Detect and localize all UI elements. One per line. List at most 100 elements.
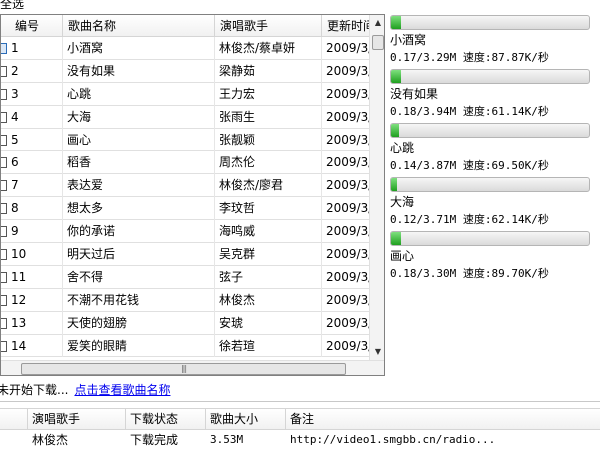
download-item: 没有如果 0.18/3.94M 速度:61.14K/秒 <box>390 69 590 119</box>
singer-name: 李玟哲 <box>215 197 322 221</box>
singer-name: 王力宏 <box>215 82 322 106</box>
song-name: 舍不得 <box>63 265 215 289</box>
row-number: 8 <box>1 197 63 221</box>
download-progress-bar <box>390 177 590 192</box>
row-number: 1 <box>1 37 63 60</box>
download-progress-bar <box>390 123 590 138</box>
row-number: 4 <box>1 105 63 129</box>
vertical-scrollbar[interactable]: ▲ ▼ <box>369 15 384 360</box>
singer-name: 海鸣威 <box>215 220 322 244</box>
song-list-table: 编号 歌曲名称 演唱歌手 更新时间 1 小酒窝 林俊杰/蔡卓妍 2009/3/1 2 没有… <box>0 14 385 376</box>
select-all-checkbox-label[interactable]: 全选 <box>0 0 24 11</box>
song-name: 天使的翅膀 <box>63 311 215 335</box>
download-item: 心跳 0.14/3.87M 速度:69.50K/秒 <box>390 123 590 173</box>
song-name: 不潮不用花钱 <box>63 288 215 312</box>
row-number: 5 <box>1 128 63 152</box>
scroll-up-arrow-icon[interactable]: ▲ <box>370 15 384 31</box>
song-table-row[interactable]: 12 不潮不用花钱 林俊杰 2009/3/1 <box>1 288 380 312</box>
scroll-down-arrow-icon[interactable]: ▼ <box>370 344 384 360</box>
row-number: 11 <box>1 265 63 289</box>
song-table-row[interactable]: 2 没有如果 梁静茹 2009/3/1 <box>1 59 380 83</box>
singer-name: 弦子 <box>215 265 322 289</box>
singer-name: 林俊杰 <box>215 288 322 312</box>
status-text: 未开始下载... <box>0 383 69 397</box>
song-table-row[interactable]: 3 心跳 王力宏 2009/3/1 <box>1 82 380 106</box>
horizontal-scrollbar[interactable]: ||| <box>1 360 384 375</box>
row-number: 14 <box>1 334 63 358</box>
download-table-row[interactable]: 林俊杰 下载完成 3.53M http://video1.smgbb.cn/ra… <box>0 430 600 450</box>
dl-row-singer: 林俊杰 <box>32 433 69 447</box>
singer-name: 张靓颖 <box>215 128 322 152</box>
song-name: 明天过后 <box>63 243 215 266</box>
column-header-singer[interactable]: 演唱歌手 <box>215 15 322 37</box>
column-header-number[interactable]: 编号 <box>1 15 63 37</box>
view-song-names-link[interactable]: 点击查看歌曲名称 <box>74 383 170 397</box>
download-stats: 0.12/3.71M 速度:62.14K/秒 <box>390 213 549 226</box>
song-name: 你的承诺 <box>63 220 215 244</box>
song-table-row[interactable]: 11 舍不得 弦子 2009/3/1 <box>1 265 380 289</box>
download-item: 小酒窝 0.17/3.29M 速度:87.87K/秒 <box>390 15 590 65</box>
row-number: 2 <box>1 59 63 83</box>
singer-name: 吴克群 <box>215 243 322 266</box>
download-table-header: 演唱歌手 下载状态 歌曲大小 备注 <box>0 408 600 430</box>
dl-column-header-status[interactable]: 下载状态 <box>126 409 206 430</box>
dl-row-size: 3.53M <box>210 433 244 446</box>
song-name: 爱笑的眼睛 <box>63 334 215 358</box>
row-number: 12 <box>1 288 63 312</box>
singer-name: 梁静茹 <box>215 59 322 83</box>
row-number: 7 <box>1 174 63 198</box>
download-song-name: 心跳 <box>390 141 415 155</box>
dl-column-header-number[interactable] <box>0 409 28 430</box>
horizontal-scroll-thumb[interactable]: ||| <box>21 363 346 375</box>
download-progress-fill <box>391 70 401 83</box>
row-number: 6 <box>1 151 63 175</box>
singer-name: 林俊杰/蔡卓妍 <box>215 37 322 60</box>
download-stats: 0.18/3.30M 速度:89.70K/秒 <box>390 267 549 280</box>
song-table-row[interactable]: 14 爱笑的眼睛 徐若瑄 2009/3/1 <box>1 334 380 358</box>
download-progress-bar <box>390 69 590 84</box>
singer-name: 张雨生 <box>215 105 322 129</box>
song-name: 小酒窝 <box>63 37 215 60</box>
status-bar: 未开始下载... 点击查看歌曲名称 <box>0 383 170 398</box>
dl-column-header-note[interactable]: 备注 <box>286 409 600 430</box>
song-table-row[interactable]: 4 大海 张雨生 2009/3/1 <box>1 105 380 129</box>
download-song-name: 大海 <box>390 195 415 209</box>
song-table-row[interactable]: 6 稻香 周杰伦 2009/3/1 <box>1 151 380 175</box>
song-table-row[interactable]: 5 画心 张靓颖 2009/3/1 <box>1 128 380 152</box>
download-stats: 0.18/3.94M 速度:61.14K/秒 <box>390 105 549 118</box>
singer-name: 林俊杰/廖君 <box>215 174 322 198</box>
song-name: 想太多 <box>63 197 215 221</box>
column-header-song-name[interactable]: 歌曲名称 <box>63 15 215 37</box>
download-progress-bar <box>390 231 590 246</box>
song-table-row[interactable]: 13 天使的翅膀 安琥 2009/3/1 <box>1 311 380 335</box>
singer-name: 徐若瑄 <box>215 334 322 358</box>
song-name: 没有如果 <box>63 59 215 83</box>
song-table-row[interactable]: 10 明天过后 吴克群 2009/3/1 <box>1 243 380 266</box>
song-name: 心跳 <box>63 82 215 106</box>
row-number: 13 <box>1 311 63 335</box>
dl-column-header-size[interactable]: 歌曲大小 <box>206 409 286 430</box>
song-table-row[interactable]: 7 表达爱 林俊杰/廖君 2009/3/1 <box>1 174 380 198</box>
song-name: 画心 <box>63 128 215 152</box>
dl-row-number <box>0 430 28 450</box>
dl-column-header-singer[interactable]: 演唱歌手 <box>28 409 126 430</box>
song-table-row[interactable]: 1 小酒窝 林俊杰/蔡卓妍 2009/3/1 <box>1 37 380 60</box>
download-progress-fill <box>391 16 401 29</box>
download-progress-fill <box>391 124 399 137</box>
download-progress-fill <box>391 232 401 245</box>
download-item: 大海 0.12/3.71M 速度:62.14K/秒 <box>390 177 590 227</box>
row-number: 10 <box>1 243 63 266</box>
song-table-row[interactable]: 8 想太多 李玟哲 2009/3/1 <box>1 197 380 221</box>
dl-row-note: http://video1.smgbb.cn/radio... <box>290 433 496 446</box>
vertical-scroll-thumb[interactable] <box>372 35 384 50</box>
download-stats: 0.14/3.87M 速度:69.50K/秒 <box>390 159 549 172</box>
song-name: 大海 <box>63 105 215 129</box>
song-table-row[interactable]: 9 你的承诺 海鸣威 2009/3/1 <box>1 220 380 244</box>
download-song-name: 没有如果 <box>390 87 439 101</box>
dl-row-status: 下载完成 <box>130 433 179 447</box>
download-progress-fill <box>391 178 397 191</box>
download-progress-bar <box>390 15 590 30</box>
song-name: 稻香 <box>63 151 215 175</box>
song-table-header: 编号 歌曲名称 演唱歌手 更新时间 <box>1 15 375 37</box>
download-song-name: 画心 <box>390 249 415 263</box>
